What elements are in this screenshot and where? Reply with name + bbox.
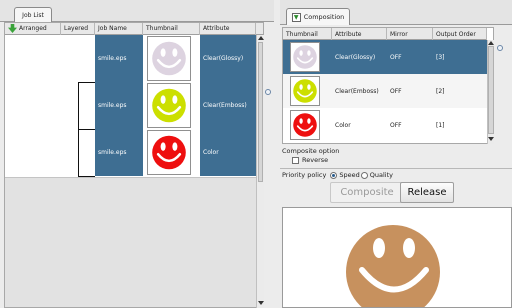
tree-branch-line [78,82,95,83]
attribute-cell: Color [200,129,256,176]
divider [280,168,512,169]
tree-branch-line [78,129,95,130]
scrollbar-thumb[interactable] [258,42,263,182]
mirror-cell: OFF [390,53,402,61]
attribute-cell: Clear(Emboss) [200,82,256,129]
column-attribute[interactable]: Attribute [332,28,387,40]
thumbnail-cell [147,83,191,128]
thumbnail-cell [290,76,320,106]
thumbnail-cell [290,42,320,72]
column-layered-label: Layered [64,25,89,32]
priority-policy-label: Priority policy [282,171,327,179]
column-attribute-label: Attribute [335,30,362,38]
priority-policy-row: Priority policy Speed Quality [280,170,512,180]
column-thumbnail-label: Thumbnail [286,30,318,38]
job-list-panel: Arranged Layered Job Name Thumbnail Attr… [4,22,264,308]
smiley-preview-icon [346,225,440,307]
tab-composition-label: Composition [303,13,345,21]
attribute-cell: Clear(Emboss) [335,87,379,95]
job-name-cell: smile.eps [95,35,143,82]
smiley-thumbnail-icon [293,79,317,103]
thumbnail-cell [147,130,191,175]
table-row[interactable]: Clear(Glossy) OFF [3] [283,40,487,74]
smiley-thumbnail-icon [152,135,186,170]
scroll-down-arrow-icon[interactable] [488,137,494,141]
composite-button[interactable]: Composite [330,182,404,203]
composite-option-group: Composite option Reverse [280,147,512,169]
composition-icon: ▼ [291,12,301,22]
tab-composition[interactable]: ▼ Composition [286,8,350,25]
scrollbar-thumb[interactable] [488,46,494,134]
composition-table: Thumbnail Attribute Mirror Output Order … [282,27,494,144]
job-list-header: Arranged Layered Job Name Thumbnail Attr… [5,22,263,35]
thumbnail-cell [290,110,320,140]
attribute-cell: Clear(Glossy) [200,35,256,82]
tab-job-list-label: Job List [22,11,44,19]
composite-option-label: Composite option [282,147,340,155]
smiley-thumbnail-icon [152,88,186,123]
column-job-name[interactable]: Job Name [95,22,143,35]
composition-header: Thumbnail Attribute Mirror Output Order [283,28,487,40]
column-layered[interactable]: Layered [61,22,95,35]
output-order-cell: [1] [436,121,445,129]
radio-selected-dot [332,173,336,177]
job-list-empty-area [5,177,256,307]
column-output-order[interactable]: Output Order [433,28,487,40]
column-job-name-label: Job Name [98,25,127,32]
reverse-option[interactable]: Reverse [292,156,328,164]
column-attribute-label: Attribute [203,25,230,32]
speed-radio[interactable] [330,171,338,179]
column-output-order-label: Output Order [436,30,476,38]
tab-job-list[interactable]: Job List [14,7,52,22]
scroll-down-arrow-icon[interactable] [258,301,264,305]
right-tab-bar: ▼ Composition [280,0,512,25]
attribute-cell: Color [335,121,351,129]
column-mirror[interactable]: Mirror [387,28,433,40]
job-name-cell: smile.eps [95,82,143,129]
table-row[interactable]: smile.eps Color [95,129,256,176]
job-name-cell: smile.eps [95,129,143,176]
thumbnail-cell [147,36,191,81]
job-list-scrollbar[interactable] [256,35,264,308]
column-attribute[interactable]: Attribute [200,22,256,35]
column-thumbnail-label: Thumbnail [146,25,178,32]
output-order-cell: [2] [436,87,445,95]
action-buttons: Composite Release [282,182,512,204]
smiley-thumbnail-icon [152,41,186,76]
quality-label: Quality [369,171,393,179]
splitter-handle[interactable] [497,45,503,51]
scroll-up-arrow-icon[interactable] [488,41,494,45]
composition-scrollbar[interactable] [487,40,494,144]
smiley-thumbnail-icon [293,45,317,69]
attribute-cell: Clear(Glossy) [335,53,376,61]
sort-down-arrow-icon [8,24,17,33]
column-mirror-label: Mirror [390,30,408,38]
table-row[interactable]: Clear(Emboss) OFF [2] [283,74,487,108]
left-tab-bar: Job List [0,0,274,22]
speed-label: Speed [339,171,360,179]
mirror-cell: OFF [390,121,402,129]
reverse-label: Reverse [302,156,329,164]
release-button[interactable]: Release [400,182,454,203]
column-arranged-label: Arranged [19,25,47,32]
column-arranged[interactable]: Arranged [5,22,61,35]
mirror-cell: OFF [390,87,402,95]
output-order-cell: [3] [436,53,445,61]
job-rows: smile.eps Clear(Glossy) smile.eps Clear(… [95,35,256,177]
smiley-thumbnail-icon [293,113,317,137]
layer-tree [5,35,95,177]
table-row[interactable]: Color OFF [1] [283,108,487,142]
table-row[interactable]: smile.eps Clear(Glossy) [95,35,256,82]
composite-preview [282,207,512,308]
column-thumbnail[interactable]: Thumbnail [283,28,332,40]
table-row[interactable]: smile.eps Clear(Emboss) [95,82,256,129]
reverse-checkbox[interactable] [292,156,299,164]
splitter-handle[interactable] [265,89,271,95]
scroll-up-arrow-icon[interactable] [258,36,264,40]
column-thumbnail[interactable]: Thumbnail [143,22,200,35]
quality-radio[interactable] [360,171,368,179]
